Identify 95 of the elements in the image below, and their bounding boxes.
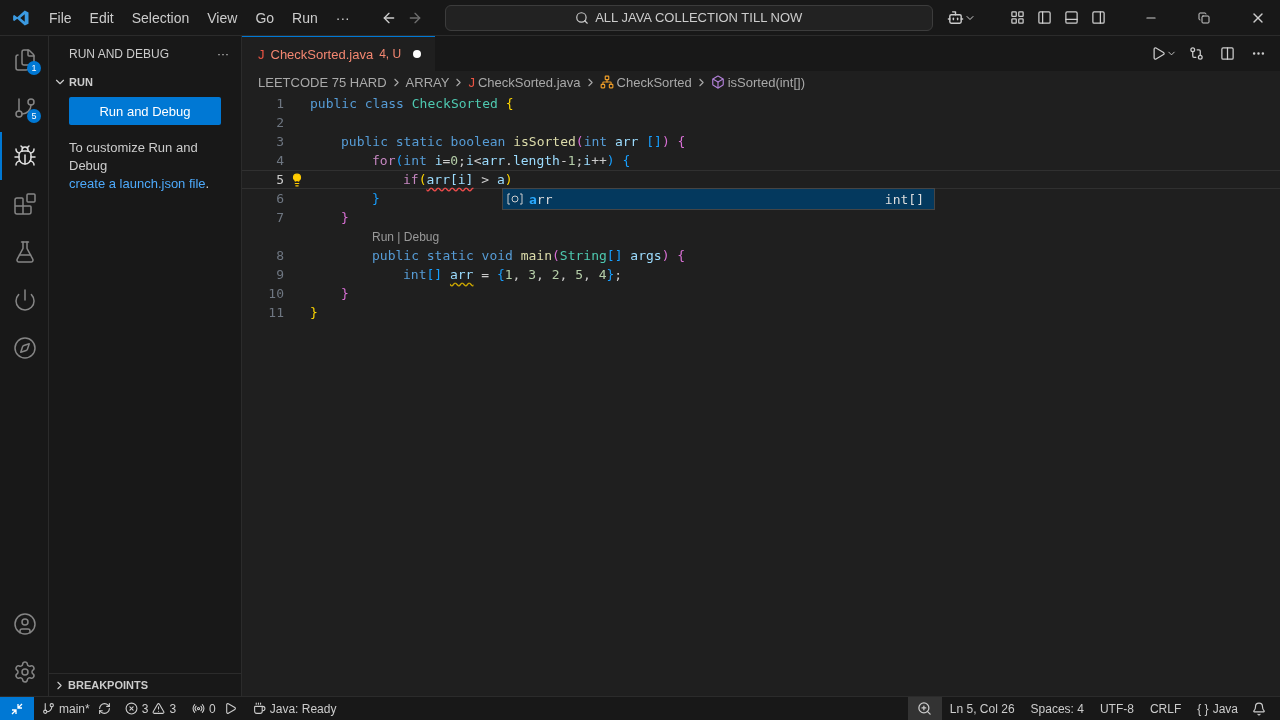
compare-icon[interactable]: [1189, 46, 1204, 61]
blocks-icon: [13, 192, 37, 216]
suggestion-item[interactable]: a rr int[]: [503, 189, 934, 209]
editor-tab[interactable]: J CheckSorted.java 4, U: [242, 36, 436, 71]
layout-icon[interactable]: [1010, 10, 1025, 25]
zoom-icon: [917, 701, 933, 716]
restore-icon[interactable]: [1198, 11, 1210, 24]
flask-icon: [13, 240, 37, 264]
branch-status[interactable]: main*: [34, 697, 98, 720]
line-number: 6: [275, 191, 284, 206]
line-number: 4: [275, 153, 284, 168]
code-line: public class CheckSorted {: [310, 96, 514, 111]
java-file-icon: J: [468, 74, 475, 90]
class-icon: [599, 75, 614, 89]
code-line: }: [341, 210, 349, 225]
code-line: for(int i=0;i<arr.length-1;i++) {: [372, 153, 631, 168]
sidebar-title: RUN AND DEBUG: [69, 46, 169, 61]
indentation-status[interactable]: Spaces: 4: [1022, 697, 1092, 720]
zoom-button[interactable]: [907, 697, 942, 720]
line-number: 11: [267, 305, 284, 320]
more-actions[interactable]: ···: [217, 46, 229, 61]
bug-icon: [13, 144, 37, 168]
eol-status[interactable]: CRLF: [1141, 697, 1190, 720]
menu-item[interactable]: File: [40, 9, 81, 26]
code-line: }: [341, 286, 349, 301]
line-number: 10: [267, 286, 284, 301]
problems-status[interactable]: 3 3: [116, 697, 185, 720]
java-file-icon: J: [258, 46, 265, 62]
run-icon[interactable]: [1151, 46, 1166, 61]
code-line: int[] arr = {1, 3, 2, 5, 4};: [403, 267, 623, 282]
compass-icon: [13, 336, 37, 360]
cursor-position[interactable]: Ln 5, Col 26: [941, 697, 1023, 720]
java-status[interactable]: Java: Ready: [244, 697, 345, 720]
line-number: 5: [275, 172, 284, 187]
line-number: 8: [275, 248, 284, 263]
panel-right-icon[interactable]: [1091, 10, 1106, 25]
coffee-icon: [252, 702, 266, 715]
count-badge: 1: [27, 61, 41, 75]
activity-button[interactable]: 5: [0, 84, 48, 132]
breadcrumb[interactable]: CheckSorted.java: [477, 74, 581, 90]
breadcrumb[interactable]: isSorted(int[]): [727, 74, 805, 90]
debug-run-icon[interactable]: [223, 702, 237, 715]
cube-icon: [710, 75, 725, 89]
launch-json-link[interactable]: create a launch.json file: [69, 176, 206, 191]
ports-status[interactable]: 0: [184, 697, 224, 720]
line-number: 7: [275, 210, 284, 225]
language-status[interactable]: { } Java: [1189, 697, 1246, 720]
files-icon: [13, 48, 37, 72]
menu-item[interactable]: ···: [326, 9, 359, 26]
branch-icon: [13, 96, 37, 120]
activity-button[interactable]: 1: [0, 36, 48, 84]
breadcrumb[interactable]: LEETCODE 75 HARD: [258, 74, 387, 90]
split-editor-icon[interactable]: [1220, 46, 1235, 61]
code-line: }: [372, 191, 380, 206]
menu-item[interactable]: Edit: [80, 9, 123, 26]
remote-icon: [10, 701, 24, 716]
run-and-debug-button[interactable]: Run and Debug: [69, 97, 221, 125]
code-line: public static boolean isSorted(int arr []) {: [341, 134, 686, 149]
variable-icon: [507, 192, 523, 206]
encoding-status[interactable]: UTF-8: [1091, 697, 1142, 720]
line-number: 1: [275, 96, 284, 111]
menu-item[interactable]: View: [198, 9, 247, 26]
antenna-icon: [192, 702, 206, 715]
menu-item[interactable]: Run: [283, 9, 327, 26]
error-icon: [124, 702, 138, 715]
menu-item[interactable]: Go: [246, 9, 284, 26]
settings-icon[interactable]: [13, 660, 37, 684]
panel-bottom-icon[interactable]: [1064, 10, 1079, 25]
customize-text: To customize Run and Debug create a launch.json file.: [69, 139, 211, 193]
app-logo-icon: [12, 8, 30, 27]
code-line: if(arr[i] > a): [403, 172, 513, 187]
command-center[interactable]: ALL JAVA COLLECTION TILL NOW: [444, 4, 933, 31]
line-number: 2: [275, 115, 284, 130]
panel-left-icon[interactable]: [1037, 10, 1052, 25]
branch-icon: [42, 702, 55, 715]
lightbulb-icon[interactable]: [290, 172, 304, 187]
menu-item[interactable]: Selection: [122, 9, 199, 26]
breadcrumb[interactable]: CheckSorted: [616, 74, 692, 90]
sync-icon[interactable]: [97, 702, 111, 715]
search-icon: [575, 10, 590, 25]
line-number: 3: [275, 134, 284, 149]
unsaved-dot[interactable]: [413, 50, 422, 58]
power-icon: [13, 288, 37, 312]
run-section-header[interactable]: RUN: [49, 71, 241, 93]
line-number: 9: [275, 267, 284, 282]
copilot-icon[interactable]: [946, 9, 964, 26]
code-line: }: [310, 305, 318, 320]
account-icon[interactable]: [13, 612, 37, 636]
warning-icon: [152, 702, 166, 715]
breadcrumb[interactable]: ARRAY: [405, 74, 450, 90]
codelens[interactable]: Run | Debug: [372, 229, 440, 244]
code-line: public static void main(String[] args) {: [372, 248, 686, 263]
remote-button[interactable]: [0, 697, 34, 720]
bell-icon[interactable]: [1252, 701, 1266, 716]
count-badge: 5: [27, 109, 41, 123]
